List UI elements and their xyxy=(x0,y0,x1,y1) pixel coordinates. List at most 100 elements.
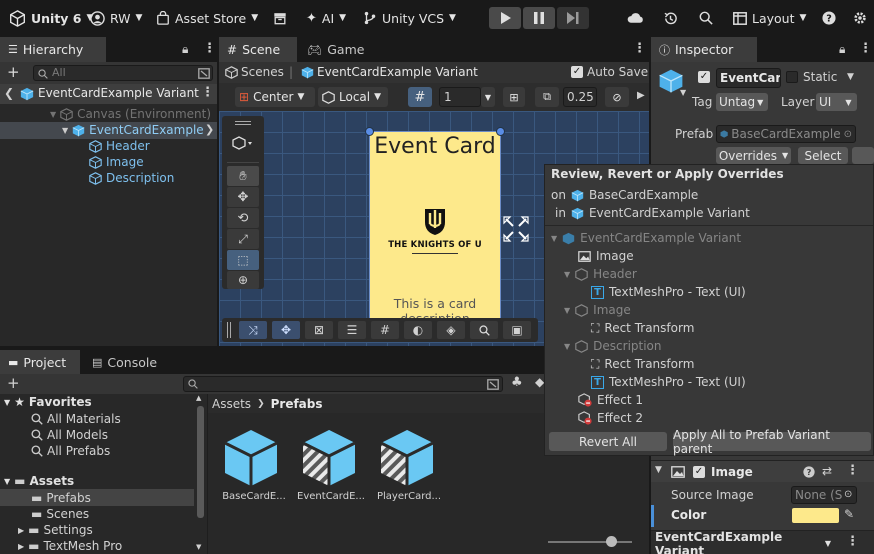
folder-textmeshpro[interactable]: ▶ ▬ TextMesh Pro xyxy=(18,538,122,554)
help-button[interactable]: ? xyxy=(822,0,836,36)
override-description-recttransform[interactable]: ⛶ Rect Transform xyxy=(591,355,694,373)
hand-tool-button[interactable]: ✋︎ xyxy=(227,166,259,186)
override-description-tmp[interactable]: T TextMeshPro - Text (UI) xyxy=(591,373,746,391)
override-effect1[interactable]: Effect 1 xyxy=(578,391,643,409)
select-prefab-button[interactable]: Select xyxy=(798,147,848,164)
icon-size-slider-thumb[interactable] xyxy=(606,536,617,547)
event-card[interactable]: Event Card THE KNIGHTS OF U This is a ca… xyxy=(369,131,501,341)
hierarchy-search-input[interactable]: All xyxy=(33,65,213,81)
override-image-recttransform[interactable]: ⛶ Rect Transform xyxy=(591,319,694,337)
asset-tile-basecard[interactable]: BaseCardE... xyxy=(222,427,286,507)
tab-inspector[interactable]: ⓘ Inspector xyxy=(651,37,757,62)
override-image-node[interactable]: ▼ Image xyxy=(564,301,631,319)
settings-button[interactable] xyxy=(853,0,867,36)
tab-scene[interactable]: # Scene xyxy=(219,37,297,62)
search-by-type-icon[interactable]: ♣ xyxy=(511,375,523,390)
history-button[interactable] xyxy=(663,0,678,36)
object-name-input[interactable]: EventCar xyxy=(716,68,781,88)
override-image-component[interactable]: Image xyxy=(578,247,634,265)
help-icon[interactable]: ? xyxy=(803,466,815,478)
breadcrumb-prefab[interactable]: EventCardExample Variant xyxy=(317,65,478,79)
asset-tile-eventcard[interactable]: EventCardE... xyxy=(297,427,365,507)
lock-icon[interactable]: 🔒︎ xyxy=(182,42,188,57)
tree-item-eventcardexample[interactable]: ▼ EventCardExample xyxy=(62,122,204,138)
snap-increment-button[interactable]: ⊞ xyxy=(503,87,525,107)
color-swatch[interactable] xyxy=(792,508,839,523)
kebab-menu-icon[interactable]: ⋮ xyxy=(859,41,872,56)
chevron-right-icon[interactable]: ❯ xyxy=(205,123,214,136)
overlay-layers-button[interactable]: ◈ xyxy=(437,321,465,339)
grid-snap-toggle[interactable]: # xyxy=(408,87,432,107)
override-header-tmp[interactable]: T TextMeshPro - Text (UI) xyxy=(591,283,746,301)
tree-item-header[interactable]: Header xyxy=(89,138,150,154)
chevron-down-icon[interactable]: ▼ xyxy=(847,72,854,82)
rect-handle-top-right[interactable] xyxy=(496,127,505,136)
object-picker-icon[interactable]: ⊙ xyxy=(844,487,852,503)
kebab-menu-icon[interactable]: ⋮ xyxy=(201,85,214,100)
favorite-all-materials[interactable]: All Materials xyxy=(31,411,121,427)
tag-dropdown[interactable]: Untag ▼ xyxy=(716,93,768,111)
kebab-menu-icon[interactable]: ⋮ xyxy=(846,534,859,549)
breadcrumb-prefabs[interactable]: Prefabs xyxy=(271,397,323,411)
folder-prefabs[interactable]: ▬ Prefabs xyxy=(31,490,91,506)
icon-size-slider-track[interactable] xyxy=(548,541,632,543)
pivot-center-dropdown[interactable]: ⊞ Center ▼ xyxy=(235,87,315,107)
rect-tool-button[interactable]: ⬚ xyxy=(227,250,259,270)
override-header-node[interactable]: ▼ Header xyxy=(564,265,637,283)
label-icon[interactable]: ◆ xyxy=(535,375,544,389)
increment-snap-toggle[interactable]: ⧉ xyxy=(535,87,559,107)
layer-dropdown[interactable]: UI ▼ xyxy=(816,93,857,111)
favorite-all-prefabs[interactable]: All Prefabs xyxy=(31,443,110,459)
override-tree-root[interactable]: ▼ EventCardExample Variant xyxy=(551,229,741,247)
project-search-input[interactable] xyxy=(183,376,503,392)
tree-scrollbar-thumb[interactable] xyxy=(197,406,204,518)
search-button[interactable] xyxy=(699,0,713,36)
image-enabled-checkbox[interactable]: ✓ xyxy=(693,466,705,478)
ai-dropdown[interactable]: ✦ AI ▼ xyxy=(306,0,346,36)
package-manager-button[interactable] xyxy=(273,0,287,36)
folder-settings[interactable]: ▶ ▬ Settings xyxy=(18,522,93,538)
snap-value-input[interactable]: 0.25 xyxy=(563,87,597,107)
overlay-transform-button[interactable]: ⊠ xyxy=(305,321,333,339)
breadcrumb-assets[interactable]: Assets xyxy=(212,397,251,411)
object-picker-icon[interactable]: ⊙ xyxy=(844,129,852,140)
chevron-down-icon[interactable]: ▼ xyxy=(680,88,686,97)
revert-all-button[interactable]: Revert All xyxy=(549,432,667,451)
eyedropper-icon[interactable]: ✎ xyxy=(844,507,854,521)
overlay-drag-handle[interactable] xyxy=(227,322,231,338)
assets-header[interactable]: ▼ ▬ Assets xyxy=(4,473,74,489)
open-prefab-button[interactable] xyxy=(852,147,874,164)
anchor-handle-icon[interactable] xyxy=(503,216,529,242)
tree-item-image[interactable]: Image xyxy=(89,154,144,170)
overrides-dropdown[interactable]: Overrides ▼ xyxy=(716,147,791,164)
back-chevron-icon[interactable]: ❮ xyxy=(4,86,14,100)
layout-dropdown[interactable]: Layout ▼ xyxy=(733,0,806,36)
folder-scenes[interactable]: ▬ Scenes xyxy=(31,506,89,522)
filter-icon[interactable] xyxy=(487,379,499,390)
transform-tool-button[interactable]: ⊕ xyxy=(227,271,259,289)
cloud-button[interactable] xyxy=(627,0,644,36)
prefab-asset-field[interactable]: BaseCardExample ⊙ xyxy=(716,125,856,143)
active-checkbox[interactable]: ✓ xyxy=(698,71,710,83)
grid-size-dropdown[interactable]: ▼ xyxy=(481,87,495,107)
asset-tile-playercard[interactable]: PlayerCard... xyxy=(377,427,441,507)
rect-handle-top-left[interactable] xyxy=(365,127,374,136)
overlay-shuffle-button[interactable]: ⤨ xyxy=(239,321,267,339)
overflow-chevron-icon[interactable]: ▶ xyxy=(637,90,645,101)
step-button[interactable] xyxy=(557,7,589,29)
source-image-field[interactable]: None (S ⊙ xyxy=(791,486,857,504)
favorites-header[interactable]: ▼ ★ Favorites xyxy=(4,394,92,410)
move-tool-button[interactable]: ✥ xyxy=(227,187,259,207)
filter-icon[interactable] xyxy=(198,68,210,79)
scroll-up-icon[interactable]: ▲ xyxy=(196,394,201,402)
kebab-menu-icon[interactable]: ⋮ xyxy=(846,463,859,478)
image-component-header[interactable]: ▼ ✓ Image ? ⇄ ⋮ xyxy=(651,460,874,482)
play-button[interactable] xyxy=(489,7,521,29)
unity-logo-button[interactable]: Unity 6 ▼ xyxy=(9,0,93,36)
pause-button[interactable] xyxy=(523,7,555,29)
add-icon[interactable]: + xyxy=(7,374,20,392)
palette-drag-handle[interactable] xyxy=(235,121,251,125)
tab-hierarchy[interactable]: ☰ Hierarchy xyxy=(0,37,106,62)
overlay-lighting-button[interactable]: ◐ xyxy=(404,321,432,339)
asset-store-dropdown[interactable]: Asset Store ▼ xyxy=(156,0,258,36)
